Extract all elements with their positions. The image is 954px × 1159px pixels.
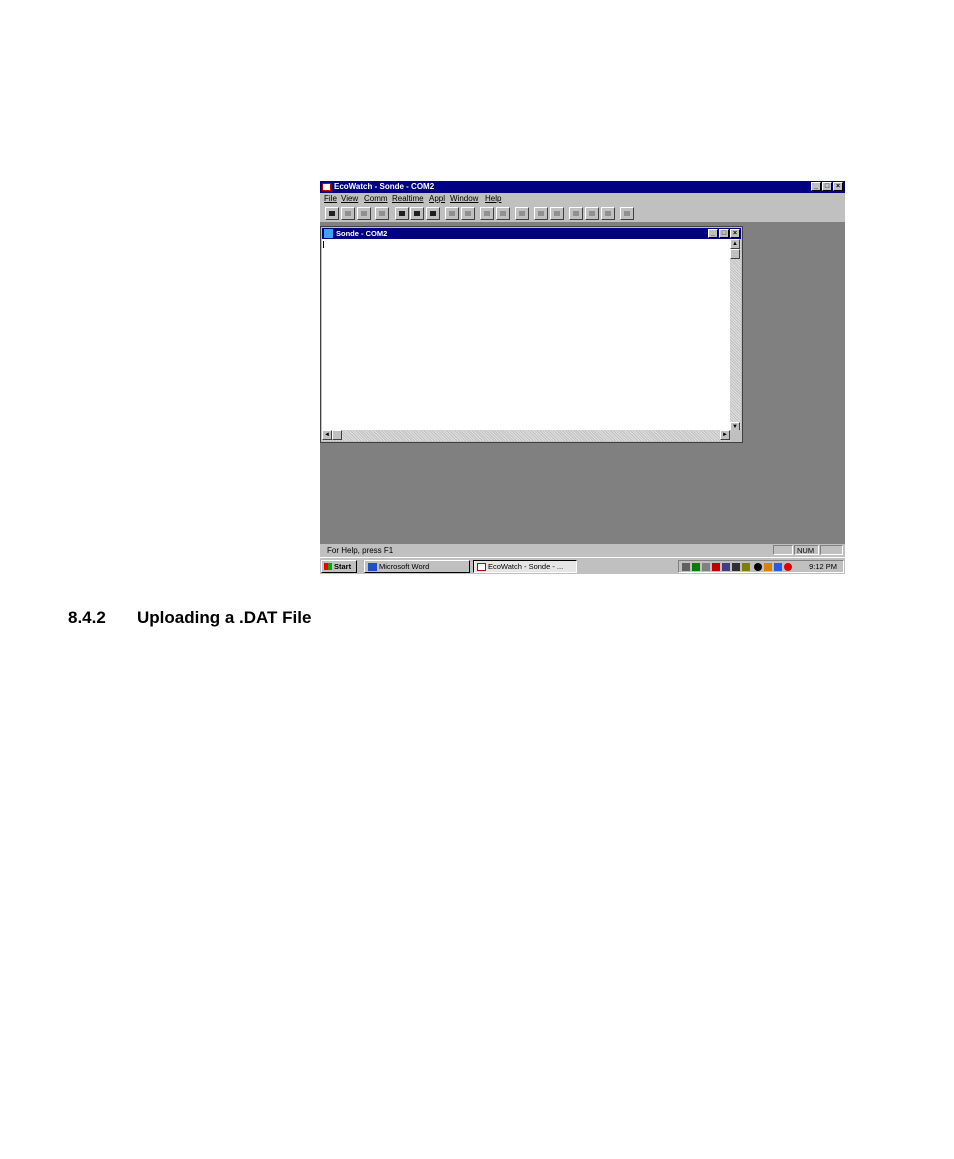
status-pane-scrl: [820, 545, 843, 555]
tray-settings-icon[interactable]: [732, 563, 740, 571]
status-pane-empty: [773, 545, 793, 555]
child-close-button[interactable]: ×: [730, 229, 740, 238]
zoom-out-icon[interactable]: [550, 207, 564, 220]
tray-clock-icon[interactable]: [754, 563, 762, 571]
report-icon[interactable]: [480, 207, 494, 220]
tray-alert-icon[interactable]: [784, 563, 792, 571]
search-icon[interactable]: [601, 207, 615, 220]
menu-window[interactable]: Window: [450, 193, 478, 205]
menu-realtime[interactable]: Realtime: [392, 193, 424, 205]
menubar: File View Comm Realtime Appl Window Help: [320, 193, 845, 205]
scroll-right-button[interactable]: ►: [720, 430, 730, 440]
pencil-icon[interactable]: [569, 207, 583, 220]
tray-power-icon[interactable]: [764, 563, 772, 571]
status-num-indicator: NUM: [794, 545, 819, 555]
menu-appl[interactable]: Appl: [429, 193, 445, 205]
text-cursor: [323, 241, 324, 248]
section-heading: 8.4.2 Uploading a .DAT File: [68, 608, 311, 628]
properties-icon[interactable]: [375, 207, 389, 220]
ecowatch-icon: [477, 563, 486, 571]
taskbar-clock[interactable]: 9:12 PM: [809, 561, 837, 572]
menu-help[interactable]: Help: [485, 193, 501, 205]
menu-view[interactable]: View: [341, 193, 358, 205]
zoom-in-icon[interactable]: [534, 207, 548, 220]
tray-app-icon[interactable]: [722, 563, 730, 571]
info-icon[interactable]: [496, 207, 510, 220]
horizontal-scroll-thumb[interactable]: [332, 430, 342, 440]
scroll-left-button[interactable]: ◄: [322, 430, 332, 440]
menu-comm[interactable]: Comm: [364, 193, 388, 205]
taskbar-item-word[interactable]: Microsoft Word: [364, 560, 470, 573]
menu-file[interactable]: File: [324, 193, 337, 205]
child-titlebar[interactable]: Sonde - COM2 _ □ ×: [322, 228, 741, 239]
status-bar: For Help, press F1 NUM: [320, 544, 845, 557]
scroll-up-button[interactable]: ▲: [730, 239, 740, 249]
close-button[interactable]: ×: [833, 182, 843, 191]
sonde-icon[interactable]: [410, 207, 424, 220]
tray-update-icon[interactable]: [774, 563, 782, 571]
system-tray: 9:12 PM: [678, 560, 844, 573]
windows-flag-icon: [324, 563, 332, 570]
graph-icon[interactable]: [461, 207, 475, 220]
tray-display-icon[interactable]: [702, 563, 710, 571]
help-pointer-icon[interactable]: [426, 207, 440, 220]
taskbar-item-ecowatch[interactable]: EcoWatch - Sonde - ...: [473, 560, 577, 573]
tray-shield-icon[interactable]: [712, 563, 720, 571]
plot-icon[interactable]: [515, 207, 529, 220]
taskbar-item-label: Microsoft Word: [379, 562, 430, 571]
tray-speaker-icon[interactable]: [742, 563, 750, 571]
section-title: Uploading a .DAT File: [137, 608, 312, 627]
child-maximize-button[interactable]: □: [719, 229, 729, 238]
save-icon[interactable]: [341, 207, 355, 220]
sonde-window-icon[interactable]: [324, 229, 333, 238]
word-icon: [368, 563, 377, 571]
edit-icon[interactable]: [620, 207, 634, 220]
start-button[interactable]: Start: [321, 560, 357, 573]
vertical-scrollbar[interactable]: ▲ ▼: [730, 239, 741, 432]
minimize-button[interactable]: _: [811, 182, 821, 191]
start-label: Start: [334, 562, 352, 571]
tray-monitor-icon[interactable]: [692, 563, 700, 571]
child-title: Sonde - COM2: [336, 229, 388, 238]
section-number: 8.4.2: [68, 608, 106, 627]
taskbar-item-label: EcoWatch - Sonde - ...: [488, 562, 564, 571]
child-minimize-button[interactable]: _: [708, 229, 718, 238]
resize-grip[interactable]: [730, 430, 741, 441]
terminal-area[interactable]: [322, 239, 730, 432]
save-as-icon[interactable]: [357, 207, 371, 220]
magnify-icon[interactable]: [585, 207, 599, 220]
open-file-icon[interactable]: [325, 207, 339, 220]
taskbar: Start Microsoft Word EcoWatch - Sonde - …: [320, 557, 845, 574]
app-title: EcoWatch - Sonde - COM2: [334, 182, 435, 191]
table-icon[interactable]: [445, 207, 459, 220]
print-icon[interactable]: [395, 207, 409, 220]
maximize-button[interactable]: □: [822, 182, 832, 191]
status-help-text: For Help, press F1: [327, 546, 394, 555]
app-titlebar[interactable]: EcoWatch - Sonde - COM2 _ □ ×: [320, 181, 845, 193]
tray-network-icon[interactable]: [682, 563, 690, 571]
sonde-child-window: Sonde - COM2 _ □ × ▲ ▼ ◄ ►: [320, 226, 743, 443]
horizontal-scrollbar[interactable]: ◄ ►: [322, 430, 730, 441]
ecowatch-app-icon[interactable]: [322, 183, 331, 191]
toolbar: [320, 205, 845, 223]
ecowatch-window: EcoWatch - Sonde - COM2 _ □ × File View …: [320, 181, 845, 574]
vertical-scroll-thumb[interactable]: [730, 249, 740, 259]
